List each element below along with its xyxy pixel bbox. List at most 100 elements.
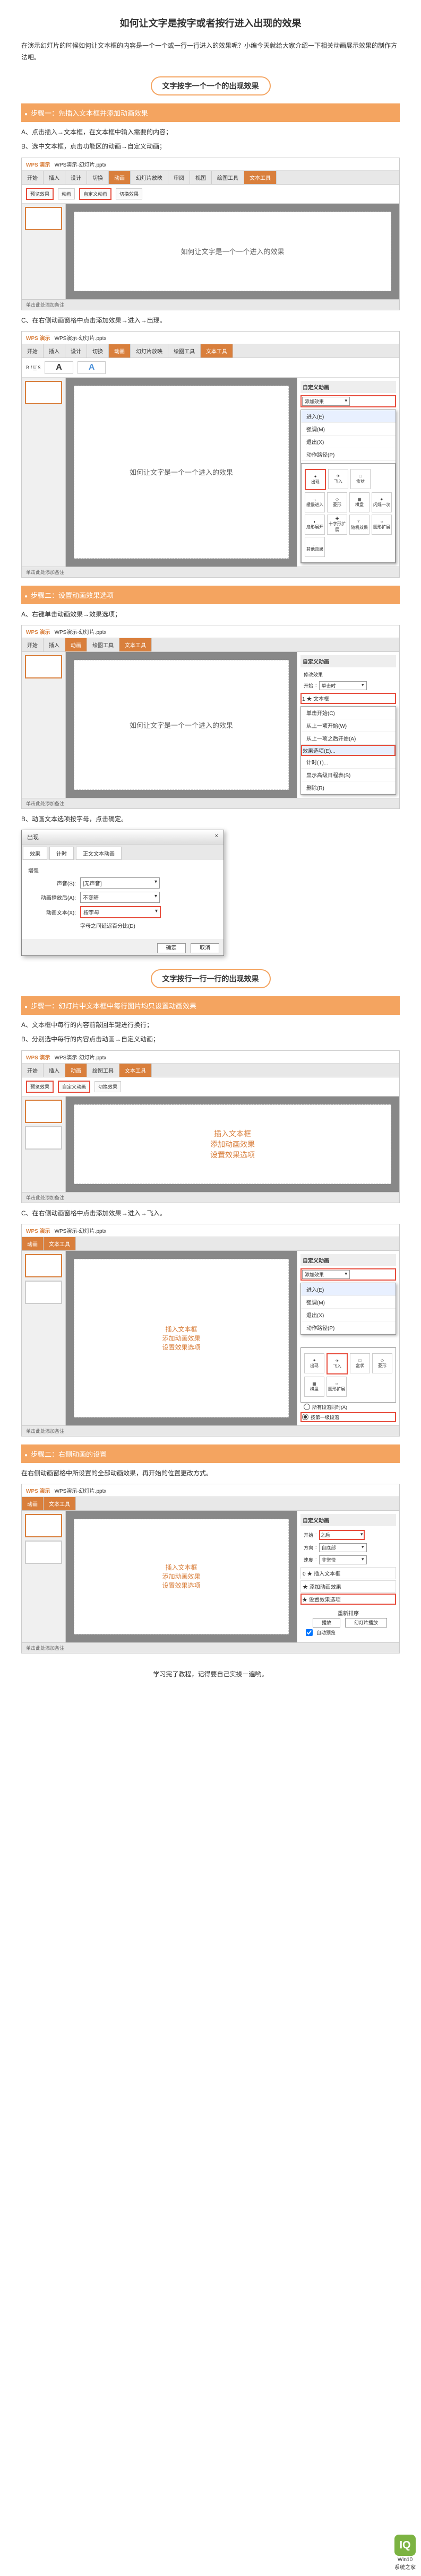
tab-anim[interactable]: 动画 — [65, 1064, 87, 1077]
custom-anim-btn[interactable]: 自定义动画 — [79, 188, 111, 200]
menu-enter[interactable]: 进入(E) — [301, 410, 396, 423]
ctx-timing[interactable]: 计时(T)... — [301, 756, 396, 769]
canvas[interactable]: 如何让文字是一个一个进入的效果 — [74, 386, 289, 559]
effect-box[interactable]: □盒状 — [350, 469, 371, 489]
play-button[interactable]: 播放 — [313, 1618, 340, 1628]
anim-item-1[interactable]: 1 ★ 文本框 — [300, 693, 396, 704]
opt-by-level[interactable]: 按第一级段落 — [311, 1414, 339, 1421]
slide-thumb[interactable] — [25, 1281, 62, 1304]
effect-cross[interactable]: ✚十字形扩展 — [327, 515, 347, 535]
effect-circle[interactable]: ○圆形扩展 — [372, 515, 392, 535]
radio-icon[interactable] — [302, 1414, 308, 1420]
tab-show[interactable]: 幻灯片放映 — [131, 344, 168, 358]
tab-insert[interactable]: 插入 — [44, 1064, 65, 1077]
slide-thumb[interactable] — [25, 655, 62, 678]
ctx-remove[interactable]: 删除(R) — [301, 781, 396, 794]
ctx-show-adv[interactable]: 显示高级日程表(S) — [301, 769, 396, 781]
opt-all-para[interactable]: 所有段落同时(A) — [312, 1404, 347, 1411]
tab-draw[interactable]: 绘图工具 — [87, 1064, 119, 1077]
preview-btn[interactable]: 预览效果 — [26, 1081, 54, 1093]
tab-anim[interactable]: 动画 — [22, 1497, 44, 1510]
effect-diamond[interactable]: ◇菱形 — [372, 1353, 392, 1373]
anim-item[interactable]: ★ 添加动画效果 — [300, 1580, 396, 1592]
slide-thumb[interactable] — [25, 1541, 62, 1564]
effect-other[interactable]: …其他效果 — [305, 537, 325, 557]
anim-btn[interactable]: 动画 — [58, 188, 75, 199]
effect-circle[interactable]: ○圆形扩展 — [327, 1377, 347, 1397]
tab-insert[interactable]: 插入 — [44, 344, 65, 358]
tab-draw[interactable]: 绘图工具 — [168, 344, 201, 358]
slide-thumb[interactable] — [25, 207, 62, 230]
tab-anim[interactable]: 动画 — [22, 1237, 44, 1250]
effect-checker[interactable]: ▦棋盘 — [304, 1377, 324, 1397]
tab-draw[interactable]: 绘图工具 — [212, 171, 244, 184]
start-select[interactable]: 之后▾ — [319, 1530, 365, 1540]
dlg-tab-effect[interactable]: 效果 — [23, 847, 47, 860]
ctx-effect-opt[interactable]: 效果选项(E)... — [301, 745, 396, 756]
menu-emphasis[interactable]: 强调(M) — [301, 1296, 396, 1309]
dlg-tab-text[interactable]: 正文文本动画 — [76, 847, 122, 860]
trans-btn[interactable]: 切换效果 — [116, 188, 142, 199]
effect-random[interactable]: ？随机效果 — [349, 515, 370, 535]
custom-anim-btn[interactable]: 自定义动画 — [58, 1081, 90, 1093]
tab-start[interactable]: 开始 — [22, 1064, 44, 1077]
tab-insert[interactable]: 插入 — [44, 638, 65, 651]
speed-select[interactable]: 非常快▾ — [319, 1555, 367, 1564]
tab-start[interactable]: 开始 — [22, 171, 44, 184]
cancel-button[interactable]: 取消 — [191, 943, 219, 953]
canvas[interactable]: 如何让文字是一个一个进入的效果 — [74, 212, 391, 291]
menu-path[interactable]: 动作路径(P) — [301, 1321, 396, 1334]
effect-flash[interactable]: ✦闪烁一次 — [372, 492, 392, 512]
tab-start[interactable]: 开始 — [22, 344, 44, 358]
tab-anim[interactable]: 动画 — [65, 638, 87, 651]
effect-appear[interactable]: ✦出现 — [305, 469, 326, 490]
tab-view[interactable]: 视图 — [190, 171, 212, 184]
tab-review[interactable]: 审阅 — [168, 171, 190, 184]
text-select[interactable]: 按字母▾ — [80, 906, 161, 918]
slide-thumb[interactable] — [25, 381, 62, 404]
effect-appear[interactable]: ✦出现 — [304, 1353, 324, 1373]
after-select[interactable]: 不变暗▾ — [80, 892, 160, 903]
effect-box[interactable]: □盒状 — [350, 1353, 370, 1373]
effect-checker[interactable]: ▦棋盘 — [349, 492, 370, 512]
preview-btn[interactable]: 预览效果 — [26, 188, 54, 200]
tab-text[interactable]: 文本工具 — [201, 344, 233, 358]
tab-show[interactable]: 幻灯片放映 — [131, 171, 168, 184]
tab-start[interactable]: 开始 — [22, 638, 44, 651]
tab-trans[interactable]: 切换 — [87, 344, 109, 358]
tab-trans[interactable]: 切换 — [87, 171, 109, 184]
slide-thumb[interactable] — [25, 1514, 62, 1537]
add-effect-btn[interactable]: 添加效果▾ — [302, 1270, 350, 1279]
ctx-after-prev[interactable]: 从上一项之后开始(A) — [301, 732, 396, 745]
dir-select[interactable]: 自底部▾ — [319, 1543, 367, 1552]
radio-icon[interactable] — [304, 1404, 310, 1410]
tab-text[interactable]: 文本工具 — [119, 1064, 152, 1077]
start-select[interactable]: 单击时▾ — [319, 681, 367, 690]
slide-thumb[interactable] — [25, 1126, 62, 1150]
autoprev-checkbox[interactable] — [306, 1629, 313, 1636]
tab-text[interactable]: 文本工具 — [119, 638, 152, 651]
ok-button[interactable]: 确定 — [157, 943, 186, 953]
ctx-click-start[interactable]: 单击开始(C) — [301, 707, 396, 719]
sound-select[interactable]: [无声音]▾ — [80, 877, 160, 889]
menu-path[interactable]: 动作路径(P) — [301, 448, 396, 461]
close-icon[interactable]: × — [215, 833, 218, 841]
tab-text[interactable]: 文本工具 — [244, 171, 277, 184]
effect-fan[interactable]: ◐扇形展开 — [305, 515, 325, 535]
tab-text[interactable]: 文本工具 — [44, 1237, 76, 1250]
effect-slow[interactable]: →缓慢进入 — [305, 492, 325, 512]
menu-emphasis[interactable]: 强调(M) — [301, 423, 396, 436]
menu-enter[interactable]: 进入(E) — [301, 1283, 396, 1296]
slide-thumb[interactable] — [25, 1254, 62, 1277]
tab-anim[interactable]: 动画 — [109, 171, 131, 184]
tab-draw[interactable]: 绘图工具 — [87, 638, 119, 651]
slideshow-button[interactable]: 幻灯片播放 — [345, 1618, 387, 1628]
effect-diamond[interactable]: ◇菱形 — [327, 492, 347, 512]
tab-text[interactable]: 文本工具 — [44, 1497, 76, 1510]
tab-design[interactable]: 设计 — [65, 171, 87, 184]
tab-design[interactable]: 设计 — [65, 344, 87, 358]
tab-anim[interactable]: 动画 — [109, 344, 131, 358]
anim-item[interactable]: 0 ★ 插入文本框 — [300, 1567, 396, 1579]
menu-exit[interactable]: 退出(X) — [301, 436, 396, 448]
menu-exit[interactable]: 退出(X) — [301, 1309, 396, 1321]
